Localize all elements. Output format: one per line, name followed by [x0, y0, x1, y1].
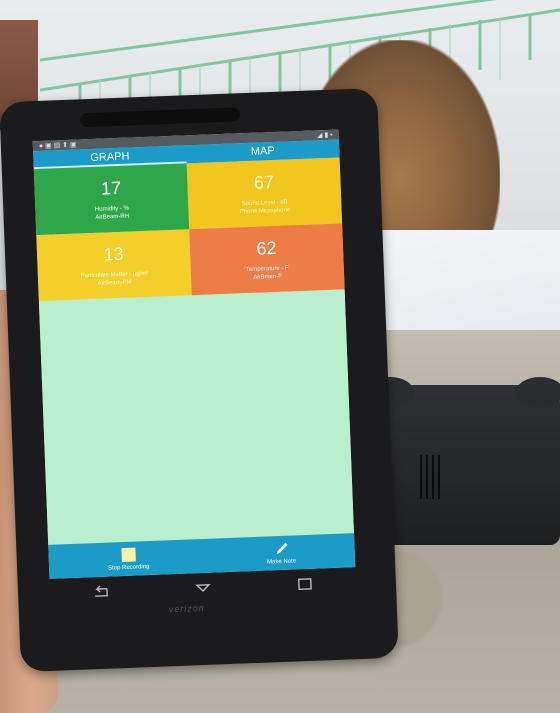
pencil-icon: [276, 542, 287, 554]
airbeam-sensor-device: [366, 377, 560, 545]
temperature-sensor: AirBeam-F: [253, 273, 283, 281]
home-icon[interactable]: [193, 581, 214, 596]
sound-level-sensor: Phone Microphone: [239, 206, 291, 215]
measurement-tiles: 17 Humidity - % AirBeam-RH 67 Sound Leve…: [33, 157, 345, 302]
notification-icons: ● ▣ ▤ ⬆ ▣: [38, 141, 77, 150]
carrier-brand-logo: verizon: [168, 602, 205, 615]
signal-battery-icons: ◢ ▮ ▪: [316, 131, 333, 140]
humidity-sensor: AirBeam-RH: [95, 213, 130, 221]
tile-particulate-matter[interactable]: 13 Particulate Matter - µg/m³ AirBeam-PM: [36, 229, 192, 302]
tile-temperature[interactable]: 62 Temperature - F AirBeam-F: [189, 223, 345, 296]
stop-icon: [120, 547, 136, 562]
particulate-sensor: AirBeam-PM: [97, 279, 132, 287]
make-note-button[interactable]: Make Note: [266, 541, 296, 565]
tablet-speaker-grille: [79, 107, 241, 128]
temperature-value: 62: [256, 237, 277, 259]
make-note-label: Make Note: [267, 557, 297, 566]
sensor-right-ear: [516, 377, 560, 407]
tile-humidity[interactable]: 17 Humidity - % AirBeam-RH: [33, 163, 190, 236]
empty-content-area: [38, 289, 354, 545]
sensor-vent-icon: [420, 455, 440, 499]
particulate-value: 13: [103, 243, 124, 265]
tablet-screen: ● ▣ ▤ ⬆ ▣ ◢ ▮ ▪ GRAPH MAP 17 Humidity - …: [32, 129, 356, 579]
sound-level-value: 67: [253, 171, 275, 193]
humidity-value: 17: [100, 177, 122, 199]
back-icon[interactable]: [91, 585, 112, 600]
stop-recording-button[interactable]: Stop Recording: [107, 547, 150, 572]
tile-sound-level[interactable]: 67 Sound Level - dB Phone Microphone: [186, 157, 343, 230]
stop-recording-label: Stop Recording: [107, 563, 150, 572]
tablet-device: ● ▣ ▤ ⬆ ▣ ◢ ▮ ▪ GRAPH MAP 17 Humidity - …: [0, 87, 399, 673]
recents-icon[interactable]: [295, 577, 316, 592]
photo-scene: ● ▣ ▤ ⬆ ▣ ◢ ▮ ▪ GRAPH MAP 17 Humidity - …: [0, 0, 560, 713]
